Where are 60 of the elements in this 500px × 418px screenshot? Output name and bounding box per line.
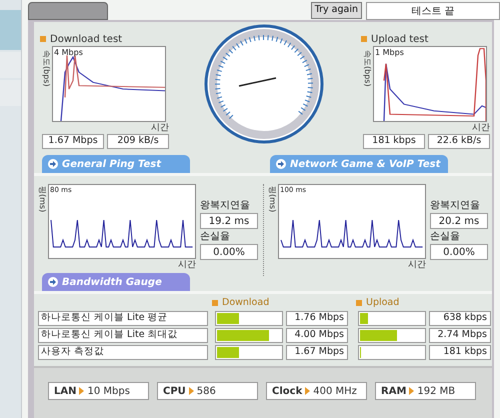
info-value: 586 xyxy=(196,384,216,398)
axis-label: 시간 xyxy=(472,122,490,134)
plan-name: 하나로통신 케이블 Lite 최대값 xyxy=(38,328,208,343)
speed-value: 638 kbps xyxy=(429,311,491,326)
arrow-icon xyxy=(276,159,286,169)
axis-label: 속도(bps) xyxy=(41,50,52,87)
status-field: 테스트 끝 xyxy=(366,2,500,20)
info-value: 10 Mbps xyxy=(87,384,130,398)
loss-field: 0.00% xyxy=(430,244,488,260)
latency-label: 왕복지연율 xyxy=(200,199,251,213)
speed-value: 181 kbps xyxy=(429,345,491,360)
bullet-icon xyxy=(212,300,218,306)
column-header: Download xyxy=(222,296,270,310)
scale-label: 4 Mbps xyxy=(54,47,83,59)
plan-name: 하나로통신 케이블 Lite 평균 xyxy=(38,311,208,326)
axis-label: 핑(ms) xyxy=(267,186,278,212)
info-value: 400 MHz xyxy=(313,384,357,398)
arrow-icon xyxy=(305,387,310,395)
chart-title: Upload test xyxy=(371,32,428,46)
loss-label: 손실율 xyxy=(430,230,461,244)
speed-value: 2.74 Mbps xyxy=(429,328,491,343)
axis-label: 시간 xyxy=(151,122,169,134)
info-label: RAM xyxy=(381,384,406,398)
axis-label: 시간 xyxy=(408,259,426,272)
reading-field: 181 kbps xyxy=(363,134,425,149)
scale-label: 1 Mbps xyxy=(375,47,404,59)
arrow-icon xyxy=(48,277,58,287)
section-tab[interactable]: Network Game & VoIP Test xyxy=(270,155,448,173)
latency-field: 19.2 ms xyxy=(200,213,258,229)
tab[interactable] xyxy=(28,2,108,20)
section-tab[interactable]: Bandwidth Gauge xyxy=(42,273,190,291)
axis-label: 시간 xyxy=(178,259,196,272)
arrow-icon xyxy=(188,387,194,395)
bullet-icon xyxy=(361,36,367,42)
column-header: Upload xyxy=(366,296,400,310)
arrow-icon xyxy=(48,159,58,169)
axis-label: 속도(bps) xyxy=(362,50,373,87)
info-label: Clock xyxy=(272,384,302,398)
info-label: CPU xyxy=(163,384,186,398)
speed-value: 4.00 Mbps xyxy=(286,328,348,343)
loss-label: 손실율 xyxy=(200,230,231,244)
info-label: LAN xyxy=(54,384,76,398)
reading-field: 1.67 Mbps xyxy=(42,134,104,149)
plan-name: 사용자 측정값 xyxy=(38,345,208,360)
speed-value: 1.67 Mbps xyxy=(286,345,348,360)
try-again-button[interactable]: Try again xyxy=(310,2,362,19)
reading-field: 22.6 kB/s xyxy=(428,134,490,149)
reading-field: 209 kB/s xyxy=(107,134,169,149)
arrow-icon xyxy=(409,387,414,395)
axis-label: 핑(ms) xyxy=(37,186,48,212)
info-value: 192 MB xyxy=(417,384,456,398)
chart-title: Download test xyxy=(50,32,122,46)
loss-field: 0.00% xyxy=(200,244,258,260)
latency-field: 20.2 ms xyxy=(430,213,488,229)
speed-value: 1.76 Mbps xyxy=(286,311,348,326)
bullet-icon xyxy=(40,36,46,42)
arrow-icon xyxy=(79,387,84,395)
latency-label: 왕복지연율 xyxy=(430,199,481,213)
section-tab[interactable]: General Ping Test xyxy=(42,155,190,173)
bullet-icon xyxy=(356,300,362,306)
